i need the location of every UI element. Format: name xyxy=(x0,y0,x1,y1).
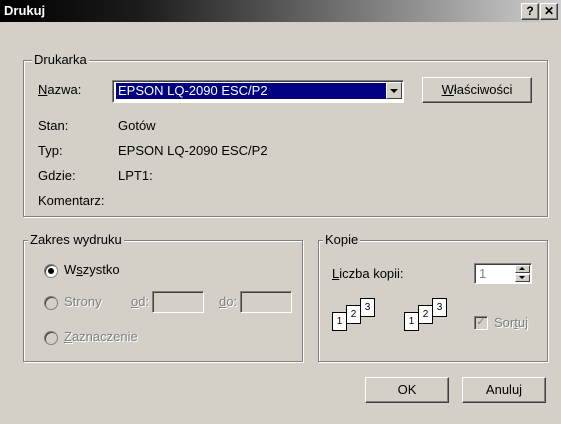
page-icon-2: 2 xyxy=(346,305,361,324)
where-value: LPT1: xyxy=(118,168,153,183)
title-bar[interactable]: Drukuj ? ✕ xyxy=(0,0,561,22)
radio-selection-label[interactable]: Zaznaczenie xyxy=(64,329,138,344)
to-label: do: xyxy=(219,294,238,309)
page-icon-2: 2 xyxy=(418,305,433,324)
type-label: Typ: xyxy=(38,143,63,158)
page-icon-3: 3 xyxy=(360,298,375,317)
radio-dot-icon xyxy=(48,268,54,274)
cancel-button[interactable]: Anuluj xyxy=(462,377,546,403)
comment-label: Komentarz: xyxy=(38,193,105,208)
chevron-down-icon[interactable] xyxy=(386,82,402,99)
radio-selection[interactable] xyxy=(44,331,58,345)
radio-all-label[interactable]: Wszystko xyxy=(64,262,120,277)
collate-label[interactable]: Sortuj xyxy=(494,315,528,330)
to-input[interactable] xyxy=(240,291,292,313)
copies-count-value: 1 xyxy=(479,266,487,281)
radio-pages-label[interactable]: Strony xyxy=(64,294,102,309)
status-value: Gotów xyxy=(118,118,156,133)
close-button[interactable]: ✕ xyxy=(540,3,558,20)
properties-button[interactable]: Właściwości xyxy=(422,77,532,103)
help-button[interactable]: ? xyxy=(521,3,539,20)
print-range-legend: Zakres wydruku xyxy=(28,232,124,247)
spin-up-icon[interactable] xyxy=(515,265,530,273)
copies-legend: Kopie xyxy=(323,232,361,247)
radio-pages[interactable] xyxy=(44,296,58,310)
ok-button[interactable]: OK xyxy=(365,377,449,403)
copies-count-spinner[interactable]: 1 xyxy=(474,263,532,284)
collate-illustration-1: 3 2 1 xyxy=(332,298,382,338)
spin-down-icon[interactable] xyxy=(515,274,530,282)
from-label: od: xyxy=(131,294,150,309)
collate-checkbox[interactable]: ✓ xyxy=(474,316,488,330)
page-icon-1: 1 xyxy=(404,312,419,331)
printer-name-select[interactable]: EPSON LQ-2090 ESC/P2 xyxy=(112,80,404,103)
page-icon-1: 1 xyxy=(332,312,347,331)
name-label: Nazwa: xyxy=(38,82,82,97)
page-icon-3: 3 xyxy=(432,298,447,317)
radio-all[interactable] xyxy=(44,264,58,278)
status-label: Stan: xyxy=(38,118,69,133)
where-label: Gdzie: xyxy=(38,168,76,183)
printer-group-legend: Drukarka xyxy=(32,52,89,67)
copies-count-label: Liczba kopii: xyxy=(332,266,404,281)
dialog-title: Drukuj xyxy=(4,3,46,18)
print-dialog: Drukuj ? ✕ Drukarka Nazwa: EPSON LQ-2090… xyxy=(0,0,561,424)
type-value: EPSON LQ-2090 ESC/P2 xyxy=(118,143,268,158)
from-input[interactable] xyxy=(152,291,204,313)
collate-illustration-2: 3 2 1 xyxy=(404,298,454,338)
printer-name-value: EPSON LQ-2090 ESC/P2 xyxy=(116,83,386,99)
